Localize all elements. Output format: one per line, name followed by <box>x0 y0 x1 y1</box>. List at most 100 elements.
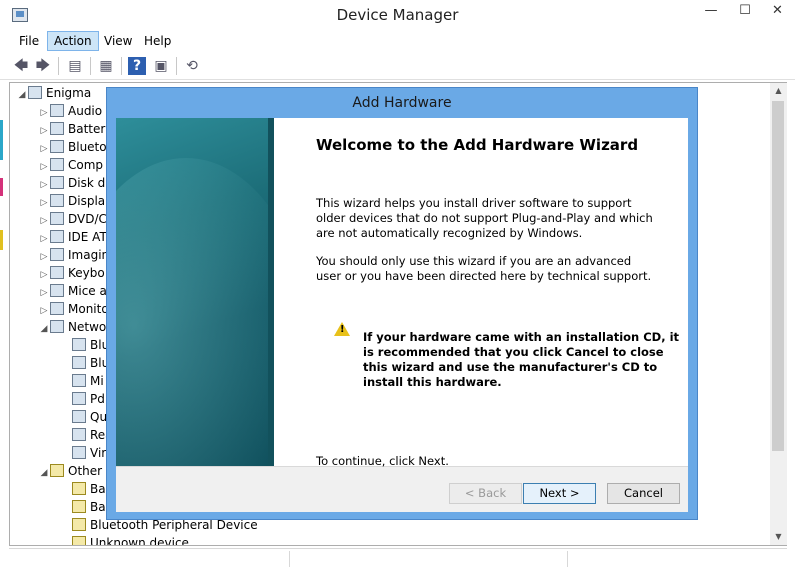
close-button[interactable]: ✕ <box>760 0 795 22</box>
mouse-icon <box>50 284 64 297</box>
network-adapter-icon <box>72 410 86 423</box>
properties-icon[interactable]: ▦ <box>97 57 115 75</box>
tree-item-category[interactable]: ▷ Monito <box>38 300 109 318</box>
dvd-drive-icon <box>50 212 64 225</box>
tree-item-device[interactable]: Qu <box>72 408 107 426</box>
wizard-intro-text: This wizard helps you install driver sof… <box>316 196 653 240</box>
battery-icon <box>50 122 64 135</box>
menu-help[interactable]: Help <box>138 32 177 50</box>
imaging-device-icon <box>50 248 64 261</box>
help-icon[interactable]: ? <box>128 57 146 75</box>
back-arrow-icon[interactable]: 🡄 <box>12 57 30 75</box>
tree-item-label: Bluetooth Peripheral Device <box>90 518 258 532</box>
show-hide-console-icon[interactable]: ▤ <box>66 57 84 75</box>
computer-icon <box>50 158 64 171</box>
ide-controller-icon <box>50 230 64 243</box>
tree-item-category[interactable]: ▷ Mice a <box>38 282 107 300</box>
next-button[interactable]: Next > <box>523 483 596 504</box>
tree-item-label: Keybo <box>68 266 105 280</box>
back-button[interactable]: < Back <box>449 483 522 504</box>
tree-item-device[interactable]: Vir <box>72 444 106 462</box>
status-divider <box>567 551 568 567</box>
wizard-page: Welcome to the Add Hardware Wizard This … <box>116 118 688 468</box>
disk-drive-icon <box>50 176 64 189</box>
tree-item-label: Imagin <box>68 248 110 262</box>
tree-item-root[interactable]: ◢ Enigma <box>16 84 91 102</box>
tree-item-category[interactable]: ▷ DVD/C <box>38 210 107 228</box>
banner-edge <box>268 118 274 466</box>
tree-item-label: IDE AT <box>68 230 107 244</box>
tree-item-label: Enigma <box>46 86 92 100</box>
tree-item-category[interactable]: ▷ Batteri <box>38 120 109 138</box>
tree-item-category[interactable]: ◢ Other <box>38 462 102 480</box>
tree-item-label: DVD/C <box>68 212 107 226</box>
tree-item-category[interactable]: ▷ Disk dr <box>38 174 110 192</box>
wizard-banner-image <box>116 118 274 466</box>
menu-file[interactable]: File <box>13 32 45 50</box>
tree-item-category[interactable]: ▷ Comp <box>38 156 103 174</box>
wizard-warning-text: If your hardware came with an installati… <box>363 330 680 389</box>
scroll-thumb[interactable] <box>772 101 784 451</box>
audio-icon <box>50 104 64 117</box>
tree-item-label: Vir <box>90 446 107 460</box>
scroll-up-icon[interactable]: ▲ <box>770 83 787 99</box>
tree-item-device[interactable]: Blu <box>72 354 109 372</box>
tree-item-label: Batteri <box>68 122 109 136</box>
keyboard-icon <box>50 266 64 279</box>
display-icon <box>50 194 64 207</box>
toolbar-separator <box>176 57 177 75</box>
tree-item-category[interactable]: ▷ IDE AT <box>38 228 107 246</box>
forward-arrow-icon[interactable]: 🡆 <box>34 57 52 75</box>
dialog-body: Welcome to the Add Hardware Wizard This … <box>116 118 688 512</box>
wizard-continue-text: To continue, click Next. <box>316 454 449 468</box>
cancel-button[interactable]: Cancel <box>607 483 680 504</box>
window-title: Device Manager <box>336 6 459 24</box>
network-adapter-icon <box>72 428 86 441</box>
tree-item-category[interactable]: ▷ Displa <box>38 192 105 210</box>
tree-item-device[interactable]: Unknown device <box>72 534 189 546</box>
view-icon[interactable]: ▣ <box>152 57 170 75</box>
scan-hardware-icon[interactable]: ⟲ <box>183 57 201 75</box>
tree-item-label: Displa <box>68 194 106 208</box>
tree-item-label: Unknown device <box>90 536 189 546</box>
collapse-arrow-icon[interactable]: ◢ <box>38 464 50 482</box>
tree-item-label: Mice a <box>68 284 107 298</box>
network-adapter-icon <box>72 446 86 459</box>
collapse-arrow-icon[interactable]: ◢ <box>16 86 28 104</box>
tree-item-device[interactable]: Blu <box>72 336 109 354</box>
vertical-scrollbar[interactable]: ▲ ▼ <box>770 82 787 546</box>
title-bar: Device Manager — ☐ ✕ <box>0 0 795 30</box>
wizard-heading: Welcome to the Add Hardware Wizard <box>316 136 639 154</box>
scroll-down-icon[interactable]: ▼ <box>770 529 787 545</box>
tree-item-device[interactable]: Mi <box>72 372 104 390</box>
network-adapter-icon <box>72 392 86 405</box>
network-adapter-icon <box>72 374 86 387</box>
tree-item-category[interactable]: ▷ Keybo <box>38 264 105 282</box>
tree-item-device[interactable]: Pd <box>72 390 105 408</box>
warning-device-icon <box>72 500 86 513</box>
status-bar <box>9 548 787 569</box>
tree-item-category[interactable]: ◢ Netwo <box>38 318 106 336</box>
toolbar-separator <box>121 57 122 75</box>
warning-device-icon <box>72 518 86 531</box>
add-hardware-dialog: Add Hardware Welcome to the Add Hardware… <box>106 87 698 520</box>
tree-item-category[interactable]: ▷ Audio <box>38 102 102 120</box>
tree-item-label: Monito <box>68 302 109 316</box>
menu-view[interactable]: View <box>98 32 138 50</box>
menu-action[interactable]: Action <box>47 31 99 51</box>
tree-item-label: Other <box>68 464 103 478</box>
tree-item-label: Comp <box>68 158 104 172</box>
toolbar-separator <box>58 57 59 75</box>
minimize-button[interactable]: — <box>696 0 726 22</box>
tree-item-category[interactable]: ▷ Imagin <box>38 246 109 264</box>
toolbar: 🡄 🡆 ▤ ▦ ? ▣ ⟲ <box>0 53 795 80</box>
maximize-button[interactable]: ☐ <box>730 0 760 22</box>
tree-item-label: Blueto <box>68 140 107 154</box>
toolbar-separator <box>90 57 91 75</box>
status-divider <box>289 551 290 567</box>
tree-item-category[interactable]: ▷ Blueto <box>38 138 107 156</box>
collapse-arrow-icon[interactable]: ◢ <box>38 320 50 338</box>
tree-item-label: Audio <box>68 104 103 118</box>
warning-device-icon <box>72 482 86 495</box>
monitor-icon <box>50 302 64 315</box>
